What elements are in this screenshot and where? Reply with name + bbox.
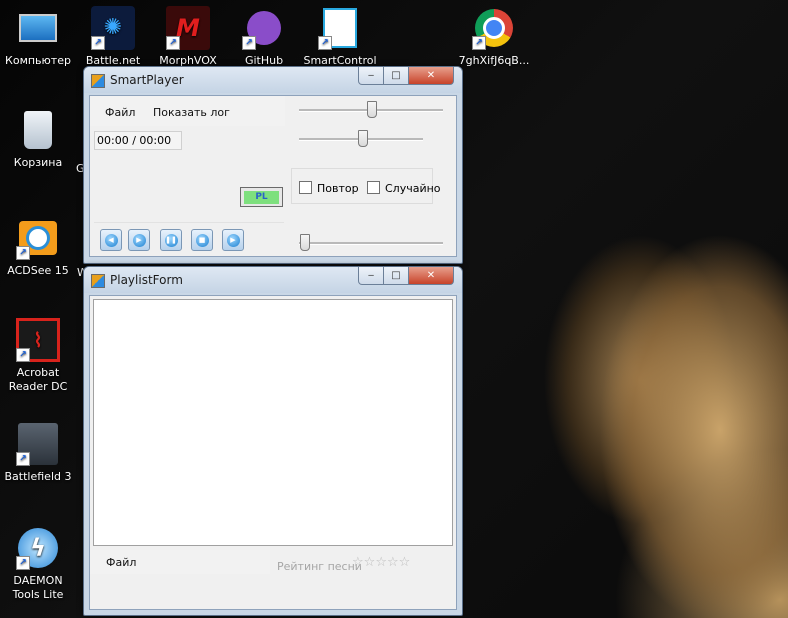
stop-button[interactable]: ■ bbox=[191, 229, 213, 251]
desktop-icon-label: Acrobat Reader DC bbox=[8, 366, 68, 393]
morphvox-icon: M ↗ bbox=[166, 6, 210, 50]
playlist-client: Файл Рейтинг песни ☆ ☆ ☆ ☆ ☆ bbox=[89, 295, 457, 610]
desktop-icon-daemon[interactable]: ϟ ↗ DAEMON Tools Lite bbox=[0, 526, 76, 602]
maximize-button[interactable]: □ bbox=[384, 267, 409, 285]
pause-icon: ❚❚ bbox=[164, 233, 178, 247]
close-button[interactable]: ✕ bbox=[409, 267, 454, 285]
daemon-tools-icon: ϟ ↗ bbox=[16, 526, 60, 570]
desktop-icon-acrobat[interactable]: ⌇ ↗ Acrobat Reader DC bbox=[0, 318, 76, 394]
next-button[interactable]: ▶ bbox=[222, 229, 244, 251]
desktop-icon-smartcontrol[interactable]: ↗ SmartControl bbox=[302, 6, 378, 68]
smartplayer-client: Файл Показать лог 00:00 / 00:00 PL Повто… bbox=[89, 95, 457, 257]
battlenet-icon: ✺ ↗ bbox=[91, 6, 135, 50]
star-icon[interactable]: ☆ bbox=[399, 555, 411, 570]
shortcut-arrow-icon: ↗ bbox=[242, 36, 256, 50]
computer-icon bbox=[16, 6, 60, 50]
desktop-icon-computer[interactable]: Компьютер bbox=[0, 6, 76, 68]
smartcontrol-icon: ↗ bbox=[318, 6, 362, 50]
minimize-button[interactable]: ‒ bbox=[358, 267, 384, 285]
desktop-icon-label: DAEMON Tools Lite bbox=[12, 574, 64, 601]
shortcut-arrow-icon: ↗ bbox=[16, 348, 30, 362]
smartplayer-titlebar[interactable]: SmartPlayer ‒ □ ✕ bbox=[84, 67, 462, 93]
rating-label: Рейтинг песни bbox=[277, 560, 362, 573]
pause-button[interactable]: ❚❚ bbox=[160, 229, 182, 251]
recycle-bin-icon bbox=[16, 108, 60, 152]
close-button[interactable]: ✕ bbox=[409, 67, 454, 85]
time-display: 00:00 / 00:00 bbox=[94, 131, 182, 150]
seek-slider-thumb[interactable] bbox=[300, 234, 310, 251]
window-title: SmartPlayer bbox=[110, 73, 184, 87]
next-icon: ▶ bbox=[226, 233, 240, 247]
stop-icon: ■ bbox=[195, 233, 209, 247]
acrobat-icon: ⌇ ↗ bbox=[16, 318, 60, 362]
shortcut-arrow-icon: ↗ bbox=[16, 556, 30, 570]
playlist-listbox[interactable] bbox=[93, 299, 453, 546]
options-group: Повтор Случайно bbox=[291, 168, 441, 204]
menu-file[interactable]: Файл bbox=[105, 106, 135, 119]
desktop-icon-label: Корзина bbox=[13, 156, 63, 169]
acdsee-icon: ↗ bbox=[16, 216, 60, 260]
shuffle-label: Случайно bbox=[385, 182, 441, 195]
desktop-icon-label: ACDSee 15 bbox=[7, 264, 69, 277]
github-icon: ↗ bbox=[242, 6, 286, 50]
star-icon[interactable]: ☆ bbox=[352, 555, 364, 570]
star-icon[interactable]: ☆ bbox=[364, 555, 376, 570]
shortcut-arrow-icon: ↗ bbox=[16, 452, 30, 466]
desktop-icon-battlefield[interactable]: ↗ Battlefield 3 bbox=[0, 422, 76, 484]
shortcut-arrow-icon: ↗ bbox=[472, 36, 486, 50]
repeat-label: Повтор bbox=[317, 182, 359, 195]
playback-controls: ◀ ▶ ❚❚ ■ ▶ bbox=[94, 222, 284, 256]
shuffle-checkbox[interactable] bbox=[367, 181, 380, 194]
play-icon: ▶ bbox=[132, 233, 146, 247]
volume-slider-thumb[interactable] bbox=[367, 101, 377, 118]
desktop-icon-label: 7ghXifJ6qB... bbox=[458, 54, 530, 67]
minimize-button[interactable]: ‒ bbox=[358, 67, 384, 85]
repeat-checkbox[interactable] bbox=[299, 181, 312, 194]
menu-file[interactable]: Файл bbox=[106, 556, 136, 569]
window-title: PlaylistForm bbox=[110, 273, 183, 287]
battlefield-icon: ↗ bbox=[16, 422, 60, 466]
chrome-icon: ↗ bbox=[472, 6, 516, 50]
prev-button[interactable]: ◀ bbox=[100, 229, 122, 251]
desktop-icon-recycle-bin[interactable]: Корзина bbox=[0, 108, 76, 170]
menu-show-log[interactable]: Показать лог bbox=[153, 106, 230, 119]
pl-button-label: PL bbox=[244, 190, 279, 204]
desktop-icon-github[interactable]: ↗ GitHub bbox=[226, 6, 302, 68]
shortcut-arrow-icon: ↗ bbox=[16, 246, 30, 260]
playlist-toggle-button[interactable]: PL bbox=[240, 187, 283, 207]
desktop-icon-chrome[interactable]: ↗ 7ghXifJ6qB... bbox=[454, 6, 534, 68]
desktop: Компьютер ✺ ↗ Battle.net M ↗ MorphVOX ↗ Gi… bbox=[0, 0, 788, 618]
desktop-icon-label: Компьютер bbox=[5, 54, 71, 67]
desktop-icon-morphvox[interactable]: M ↗ MorphVOX bbox=[150, 6, 226, 68]
shortcut-arrow-icon: ↗ bbox=[166, 36, 180, 50]
playlist-window: PlaylistForm ‒ □ ✕ Файл Рейтинг песни ☆ … bbox=[83, 266, 463, 616]
maximize-button[interactable]: □ bbox=[384, 67, 409, 85]
app-icon bbox=[91, 74, 105, 88]
playlist-titlebar[interactable]: PlaylistForm ‒ □ ✕ bbox=[84, 267, 462, 293]
shortcut-arrow-icon: ↗ bbox=[91, 36, 105, 50]
smartplayer-window: SmartPlayer ‒ □ ✕ Файл Показать лог 00:0… bbox=[83, 66, 463, 264]
rating-stars: ☆ ☆ ☆ ☆ ☆ bbox=[352, 555, 410, 570]
balance-slider-thumb[interactable] bbox=[358, 130, 368, 147]
menubar: Файл Показать лог bbox=[90, 96, 285, 126]
play-button[interactable]: ▶ bbox=[128, 229, 150, 251]
desktop-icon-acdsee[interactable]: ↗ ACDSee 15 bbox=[0, 216, 76, 278]
prev-icon: ◀ bbox=[104, 233, 118, 247]
desktop-icon-battlenet[interactable]: ✺ ↗ Battle.net bbox=[75, 6, 151, 68]
star-icon[interactable]: ☆ bbox=[375, 555, 387, 570]
shortcut-arrow-icon: ↗ bbox=[318, 36, 332, 50]
playlist-menubar: Файл bbox=[90, 550, 270, 574]
app-icon bbox=[91, 274, 105, 288]
desktop-icon-label: Battlefield 3 bbox=[4, 470, 72, 483]
star-icon[interactable]: ☆ bbox=[387, 555, 399, 570]
seek-slider-track[interactable] bbox=[299, 242, 443, 245]
